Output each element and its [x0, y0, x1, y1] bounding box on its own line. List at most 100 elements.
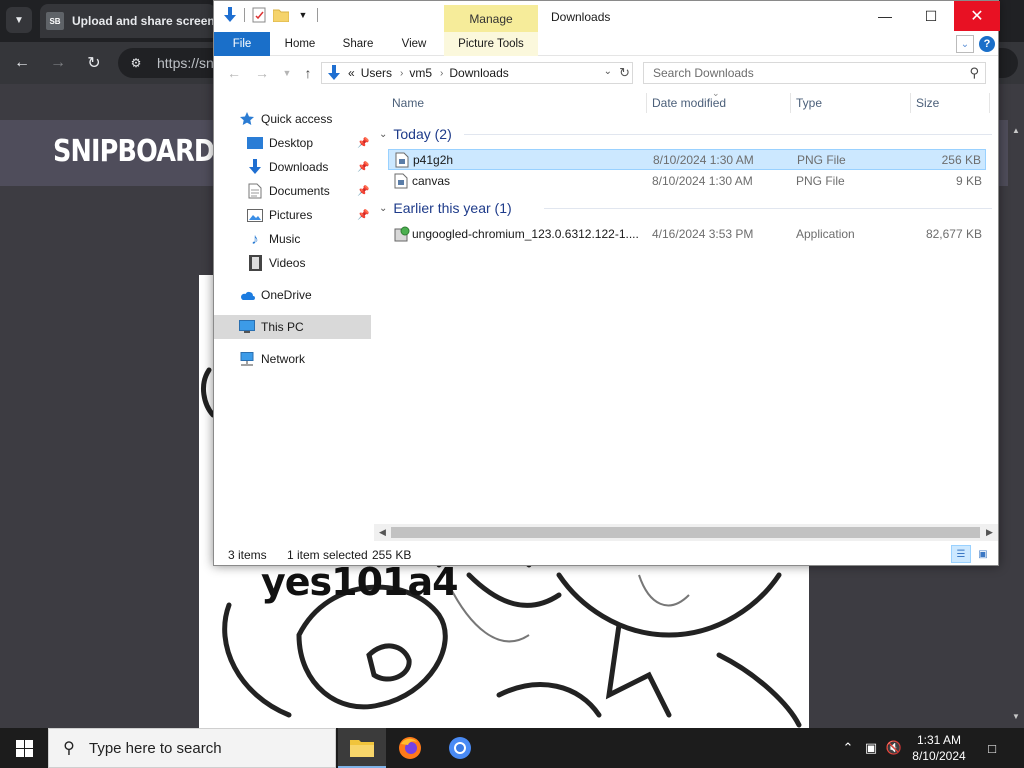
scrollbar-thumb[interactable]	[391, 527, 980, 538]
scroll-right-icon[interactable]: ▶	[981, 525, 998, 540]
refresh-icon[interactable]: ↻	[619, 65, 630, 81]
back-arrow-icon[interactable]: ←	[224, 63, 244, 83]
sidebar-item-network[interactable]: Network	[214, 347, 371, 371]
tab-picture-tools[interactable]: Picture Tools	[444, 32, 538, 56]
taskbar-search-input[interactable]	[89, 739, 329, 757]
file-list: Name Date modified Type Size ⌄ ⌄ Today (…	[374, 88, 998, 533]
scroll-left-icon[interactable]: ◀	[374, 525, 391, 540]
scroll-down-icon[interactable]: ▼	[1012, 712, 1020, 721]
browser-tab[interactable]: SB Upload and share screensh	[40, 4, 216, 38]
explorer-address-bar[interactable]: « Users › vm5 › Downloads ⌄ ↻	[321, 62, 633, 84]
scroll-up-icon[interactable]: ▲	[1012, 126, 1020, 135]
star-icon	[239, 111, 255, 127]
address-row: ← → ▼ ↑ « Users › vm5 › Downloads ⌄ ↻ ⚲	[214, 57, 998, 89]
file-row[interactable]: canvas 8/10/2024 1:30 AM PNG File 9 KB	[388, 171, 986, 192]
taskbar-firefox[interactable]	[386, 728, 434, 768]
search-box[interactable]: ⚲	[643, 62, 986, 84]
start-button[interactable]	[0, 728, 48, 768]
pin-icon: 📌	[357, 209, 370, 221]
toolbar-divider	[244, 8, 245, 22]
sidebar-item-music[interactable]: ♪ Music	[214, 227, 371, 251]
network-icon	[239, 351, 255, 367]
sidebar-item-pictures[interactable]: Pictures 📌	[214, 203, 371, 227]
group-header-today[interactable]: ⌄ Today (2)	[379, 123, 452, 145]
tab-search-button[interactable]: ▼	[6, 7, 32, 33]
column-header-size[interactable]: Size	[916, 91, 939, 115]
help-icon[interactable]: ?	[979, 36, 995, 52]
firefox-icon	[399, 737, 421, 759]
new-folder-icon[interactable]	[273, 7, 289, 23]
maximize-button[interactable]: ☐	[908, 1, 954, 31]
column-divider[interactable]	[646, 93, 647, 113]
sidebar-item-documents[interactable]: Documents 📌	[214, 179, 371, 203]
show-hidden-icons-chevron-icon[interactable]: ⌃	[838, 738, 858, 758]
file-type: Application	[796, 227, 855, 241]
large-icons-view-icon[interactable]: ▣	[973, 545, 993, 563]
collapse-chevron-icon[interactable]: ⌄	[379, 203, 387, 214]
sidebar-item-quick-access[interactable]: Quick access	[214, 107, 371, 131]
image-caption: yes101a4	[261, 560, 459, 604]
tab-view[interactable]: View	[390, 32, 438, 56]
breadcrumb-separator-icon[interactable]: ›	[400, 68, 403, 79]
taskbar-file-explorer[interactable]	[338, 728, 386, 768]
sidebar-item-desktop[interactable]: Desktop 📌	[214, 131, 371, 155]
toolbar-divider	[317, 8, 318, 22]
breadcrumb-overflow[interactable]: «	[348, 66, 355, 80]
breadcrumb-separator-icon[interactable]: ›	[440, 68, 443, 79]
column-header-type[interactable]: Type	[796, 91, 822, 115]
tab-home[interactable]: Home	[276, 32, 324, 56]
sidebar-item-this-pc[interactable]: This PC	[214, 315, 371, 339]
sidebar-item-downloads[interactable]: Downloads 📌	[214, 155, 371, 179]
close-button[interactable]: ✕	[954, 1, 1000, 31]
minimize-button[interactable]: —	[862, 1, 908, 31]
page-scrollbar[interactable]: ▲ ▼	[1008, 120, 1024, 728]
download-arrow-icon[interactable]	[222, 7, 238, 23]
recent-locations-chevron-icon[interactable]: ▼	[277, 63, 297, 83]
up-arrow-icon[interactable]: ↑	[298, 63, 318, 83]
group-header-earlier-this-year[interactable]: ⌄ Earlier this year (1)	[379, 197, 512, 219]
column-divider[interactable]	[790, 93, 791, 113]
sort-chevron-icon: ⌄	[712, 88, 720, 98]
back-arrow-icon[interactable]: ←	[10, 51, 34, 75]
png-file-icon	[395, 152, 409, 168]
group-divider	[464, 134, 992, 135]
tab-share[interactable]: Share	[334, 32, 382, 56]
explorer-titlebar[interactable]: ▼ Manage Downloads — ☐ ✕	[214, 1, 1000, 32]
sidebar-item-onedrive[interactable]: OneDrive	[214, 283, 371, 307]
forward-arrow-icon[interactable]: →	[252, 63, 272, 83]
taskbar-search[interactable]: ⚲	[48, 728, 336, 768]
manage-tab[interactable]: Manage	[444, 5, 538, 32]
site-info-icon[interactable]: ⚙	[128, 55, 144, 71]
taskbar-chromium[interactable]	[436, 728, 484, 768]
quick-access-toolbar: ▼	[222, 7, 318, 23]
search-input[interactable]	[644, 63, 954, 83]
sidebar-item-label: Downloads	[269, 160, 329, 174]
horizontal-scrollbar[interactable]: ◀ ▶	[374, 524, 998, 541]
details-view-icon[interactable]: ☰	[951, 545, 971, 563]
column-divider[interactable]	[910, 93, 911, 113]
expand-ribbon-chevron-icon[interactable]: ⌄	[956, 35, 974, 53]
properties-icon[interactable]	[251, 7, 267, 23]
collapse-chevron-icon[interactable]: ⌄	[379, 129, 387, 140]
column-divider[interactable]	[989, 93, 990, 113]
file-row[interactable]: ungoogled-chromium_123.0.6312.122-1.... …	[388, 224, 986, 245]
breadcrumb-downloads[interactable]: Downloads	[449, 66, 508, 80]
reload-icon[interactable]: ↻	[82, 51, 106, 75]
selection-count: 1 item selected	[287, 548, 368, 562]
network-icon[interactable]: ▣	[861, 738, 881, 758]
group-divider	[544, 208, 992, 209]
search-icon[interactable]: ⚲	[969, 65, 979, 81]
notifications-icon[interactable]: □	[982, 738, 1002, 758]
forward-arrow-icon[interactable]: →	[46, 51, 70, 75]
breadcrumb-vm5[interactable]: vm5	[409, 66, 432, 80]
address-dropdown-icon[interactable]: ⌄	[604, 66, 612, 77]
column-header-name[interactable]: Name	[392, 91, 424, 115]
address-url: https://sn	[157, 55, 214, 71]
sidebar-item-videos[interactable]: Videos	[214, 251, 371, 275]
system-clock[interactable]: 1:31 AM 8/10/2024	[906, 732, 972, 764]
tab-file[interactable]: File	[214, 32, 270, 56]
volume-muted-icon[interactable]: 🔇	[884, 738, 904, 758]
breadcrumb-users[interactable]: Users	[361, 66, 392, 80]
customize-dropdown-icon[interactable]: ▼	[295, 7, 311, 23]
file-row[interactable]: p41g2h 8/10/2024 1:30 AM PNG File 256 KB	[388, 149, 986, 170]
